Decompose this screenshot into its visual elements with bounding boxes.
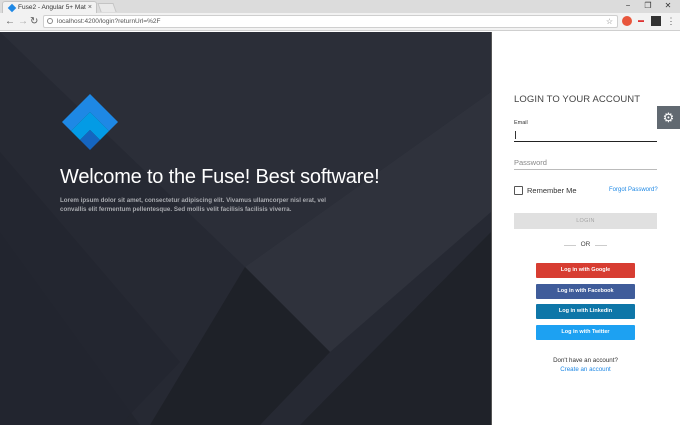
google-login-button[interactable]: Log in with Google (536, 263, 635, 278)
email-label: Email (514, 120, 528, 126)
text-cursor (515, 131, 516, 139)
fuse-favicon-icon (7, 3, 17, 13)
tab-title: Fuse2 - Angular 5+ Mat (18, 4, 86, 11)
extension-icon[interactable]: ▬ (636, 16, 646, 26)
linkedin-login-button[interactable]: Log in with Linkedin (536, 304, 635, 319)
no-account-text: Don't have an account? (553, 357, 618, 364)
bookmark-star-icon[interactable]: ☆ (606, 16, 613, 27)
welcome-description: Lorem ipsum dolor sit amet, consectetur … (60, 197, 327, 213)
back-icon[interactable]: ← (5, 15, 15, 28)
minimize-icon[interactable]: − (618, 0, 638, 12)
facebook-login-button[interactable]: Log in with Facebook (536, 284, 635, 299)
browser-tab-bar: Fuse2 - Angular 5+ Mat × − ❐ ✕ (0, 0, 680, 13)
tab-close-icon[interactable]: × (88, 2, 92, 13)
settings-gear-icon[interactable]: ⚙ (657, 106, 680, 129)
browser-menu-icon[interactable]: ⋮ (666, 16, 676, 26)
welcome-heading: Welcome to the Fuse! Best software! (60, 166, 380, 188)
new-tab-button[interactable] (97, 3, 117, 12)
login-panel: LOGIN TO YOUR ACCOUNT Email Remember Me … (491, 32, 680, 425)
url-text: localhost:4200/login?returnUrl=%2F (57, 18, 161, 25)
forward-icon[interactable]: → (18, 15, 28, 28)
remember-me-checkbox[interactable] (514, 186, 523, 195)
forgot-password-link[interactable]: Forgot Password? (609, 187, 658, 193)
extension-icon[interactable] (622, 16, 632, 26)
background-shapes (0, 32, 491, 425)
remember-me-label[interactable]: Remember Me (527, 186, 577, 195)
login-button[interactable]: LOGIN (514, 213, 657, 229)
login-title: LOGIN TO YOUR ACCOUNT (514, 94, 641, 105)
welcome-panel: Welcome to the Fuse! Best software! Lore… (0, 32, 491, 425)
browser-tab[interactable]: Fuse2 - Angular 5+ Mat × (2, 1, 97, 13)
create-account-link[interactable]: Create an account (514, 366, 657, 373)
close-window-icon[interactable]: ✕ (658, 0, 678, 12)
or-separator: OR (514, 241, 657, 248)
reload-icon[interactable]: ↻ (30, 15, 38, 28)
browser-toolbar: ← → ↻ localhost:4200/login?returnUrl=%2F… (0, 13, 680, 31)
fuse-logo-icon (62, 94, 118, 150)
info-icon[interactable] (47, 18, 53, 24)
twitter-login-button[interactable]: Log in with Twitter (536, 325, 635, 340)
extension-icon[interactable] (651, 16, 661, 26)
address-bar[interactable]: localhost:4200/login?returnUrl=%2F ☆ (43, 15, 618, 28)
email-field[interactable] (514, 128, 657, 142)
password-field[interactable] (514, 156, 657, 170)
maximize-icon[interactable]: ❐ (638, 0, 658, 12)
